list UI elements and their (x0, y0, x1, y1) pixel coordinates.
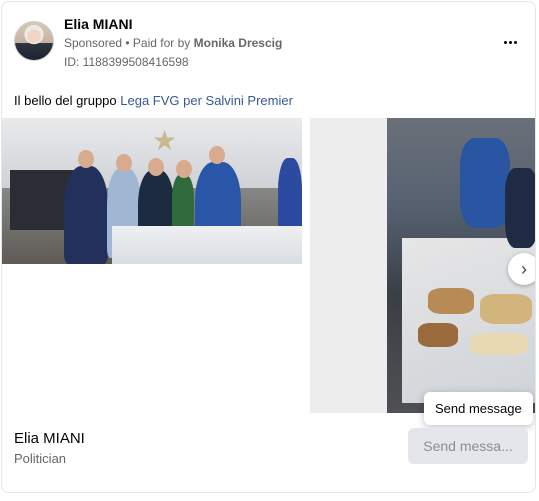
footer-page-name: Elia MIANI (14, 430, 85, 447)
page-name[interactable]: Elia MIANI (64, 16, 132, 32)
group-link[interactable]: Lega FVG per Salvini Premier (120, 93, 293, 108)
paid-by-name: Monika Drescig (193, 36, 283, 50)
person-figure (505, 168, 535, 248)
carousel-next-button[interactable]: › (508, 253, 535, 285)
food-tray (428, 288, 474, 314)
body-text-prefix: Il bello del gruppo (14, 93, 121, 108)
person-head (78, 150, 94, 168)
person-head (176, 160, 192, 178)
food-tray (480, 294, 532, 324)
ad-card: Elia MIANI Sponsored • Paid for by Monik… (1, 1, 536, 493)
page-avatar[interactable] (14, 21, 54, 61)
send-message-button[interactable]: Send messa... (408, 428, 528, 464)
person-head (148, 158, 164, 176)
ad-id: ID: 1188399508416598 (64, 55, 189, 69)
food-table (112, 226, 302, 264)
paid-for-prefix: • Paid for by (122, 36, 194, 50)
person-head (209, 146, 225, 164)
carousel-image-1[interactable]: ★ (2, 118, 302, 264)
sponsored-label: Sponsored (64, 36, 123, 50)
chevron-right-icon: › (521, 258, 527, 279)
carousel-image-2[interactable] (310, 118, 535, 413)
sponsor-line: Sponsored • Paid for by Monika Drescig (64, 36, 282, 50)
food-tray (470, 333, 528, 355)
more-horizontal-icon (503, 40, 517, 44)
footer-page-category: Politician (14, 451, 67, 466)
person-figure (460, 138, 510, 228)
person-figure (172, 174, 194, 234)
food-tray (418, 323, 458, 347)
send-message-tooltip: Send message (424, 392, 533, 425)
ad-body-text: Il bello del gruppo Lega FVG per Salvini… (14, 93, 293, 108)
person-head (116, 154, 132, 172)
more-options-button[interactable] (499, 32, 521, 52)
person-figure (64, 166, 108, 264)
star-decoration: ★ (152, 125, 178, 156)
